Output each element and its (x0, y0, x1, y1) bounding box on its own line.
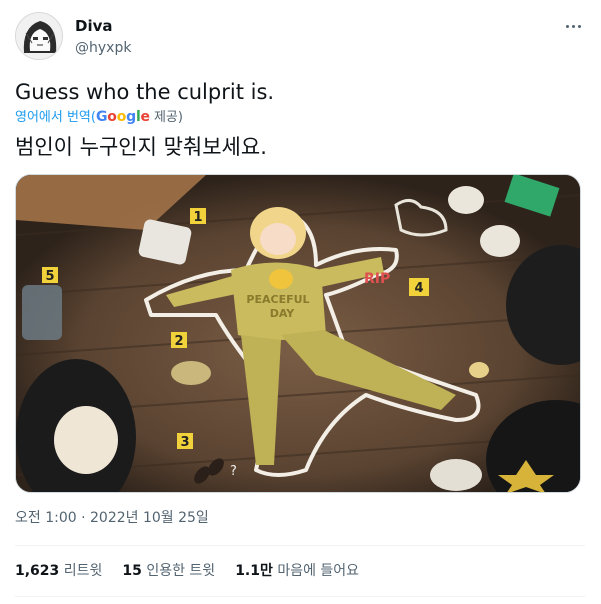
tweet-image[interactable]: PEACEFUL DAY RIP 1 2 3 4 5 ? (15, 174, 581, 493)
marker-3: 3 (180, 435, 189, 450)
question-mark: ? (230, 464, 237, 479)
likes-label: 마음에 들어요 (277, 563, 360, 579)
divider-bottom (15, 596, 585, 597)
author-names: Diva @hyxpk (75, 16, 131, 58)
divider-top (15, 545, 585, 546)
quotes-stat[interactable]: 15 인용한 트윗 (122, 560, 215, 582)
tweet-stats: 1,623 리트윗 15 인용한 트윗 1.1만 마음에 들어요 (15, 560, 359, 582)
retweets-count: 1,623 (15, 563, 60, 579)
quotes-label: 인용한 트윗 (146, 563, 216, 579)
crime-scene-illustration: PEACEFUL DAY RIP 1 2 3 4 5 ? (16, 175, 580, 492)
tweet-header: Diva @hyxpk (15, 12, 585, 64)
translated-text: 범인이 누구인지 맞춰보세요. (15, 135, 267, 159)
tweet-timestamp[interactable]: 오전 1:00 · 2022년 10월 25일 (15, 508, 209, 528)
translation-attribution: 영어에서 번역(Google 제공) (15, 108, 183, 127)
more-options-icon[interactable] (561, 16, 585, 36)
tweet-text: Guess who the culprit is. (15, 80, 275, 104)
marker-5: 5 (45, 269, 54, 284)
google-logo: Google (95, 109, 150, 125)
author-handle[interactable]: @hyxpk (75, 38, 131, 58)
avatar-anime-icon (16, 13, 62, 59)
marker-2: 2 (174, 334, 183, 349)
likes-count: 1.1만 (235, 563, 273, 579)
shirt-text-1: PEACEFUL (246, 293, 309, 306)
retweets-label: 리트윗 (63, 563, 103, 579)
author-display-name[interactable]: Diva (75, 16, 131, 36)
marker-1: 1 (193, 210, 202, 225)
translate-link[interactable]: 영어에서 번역( (15, 110, 96, 125)
avatar[interactable] (15, 12, 63, 60)
marker-4: 4 (414, 281, 423, 296)
quotes-count: 15 (122, 563, 142, 579)
tweet: Diva @hyxpk Guess who the culprit is. 영어… (0, 0, 601, 604)
retweets-stat[interactable]: 1,623 리트윗 (15, 560, 102, 582)
shirt-text-2: DAY (270, 307, 296, 320)
translate-provider-suffix: 제공) (149, 110, 183, 125)
rip-text: RIP (364, 271, 390, 287)
likes-stat[interactable]: 1.1만 마음에 들어요 (235, 560, 359, 582)
